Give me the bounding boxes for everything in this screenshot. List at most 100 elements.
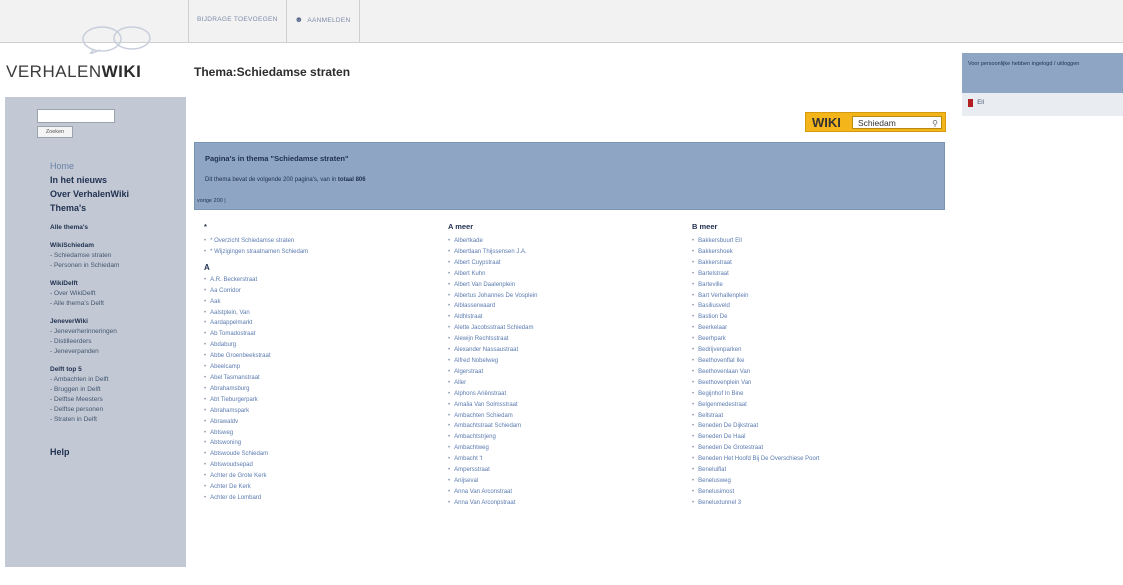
page-link[interactable]: Albert Kuhn xyxy=(448,269,678,280)
nav-home[interactable]: Home xyxy=(50,159,185,173)
page-link[interactable]: Bedrijvenparken xyxy=(692,345,922,356)
nav-over-verhalenwiki[interactable]: Over VerhalenWiki xyxy=(50,187,185,201)
page-link[interactable]: Achter De Kerk xyxy=(204,482,434,493)
page-link[interactable]: Anijseval xyxy=(448,476,678,487)
right-sub-label[interactable]: Ell xyxy=(977,100,984,106)
page-link[interactable]: Barteville xyxy=(692,280,922,291)
page-link[interactable]: Abt Tieburgerpark xyxy=(204,395,434,406)
page-link[interactable]: Ambacht 't xyxy=(448,454,678,465)
page-link[interactable]: Ambachtweg xyxy=(448,443,678,454)
page-link[interactable]: Bakkersbuurt Ell xyxy=(692,236,922,247)
page-link[interactable]: Aller xyxy=(448,378,678,389)
page-link[interactable]: Abtsweg xyxy=(204,428,434,439)
nav-sub-item[interactable]: - Delftse Meesters xyxy=(50,395,185,405)
nav-section-title[interactable]: JeneverWiki xyxy=(50,317,185,327)
page-link[interactable]: Beerhpark xyxy=(692,334,922,345)
page-link[interactable]: Achter de Grote Kerk xyxy=(204,471,434,482)
page-link[interactable]: Bakkerstraat xyxy=(692,258,922,269)
page-link[interactable]: Algerstraat xyxy=(448,367,678,378)
page-link[interactable]: Abrahamsburg xyxy=(204,384,434,395)
nav-section-title[interactable]: WikiSchiedam xyxy=(50,241,185,251)
page-link[interactable]: Alblasserwaard xyxy=(448,301,678,312)
page-link[interactable]: Anna Van Arconstraat xyxy=(448,487,678,498)
nav-in-het-nieuws[interactable]: In het nieuws xyxy=(50,173,185,187)
page-link[interactable]: Ampersstraat xyxy=(448,465,678,476)
nav-section-title[interactable]: WikiDelft xyxy=(50,279,185,289)
page-link[interactable]: Beethovenplein Van xyxy=(692,378,922,389)
page-link[interactable]: Beneden De Haal xyxy=(692,432,922,443)
page-link[interactable]: Alette Jacobsstraat Schiedam xyxy=(448,323,678,334)
page-link[interactable]: Beneden Het Hoofd Bij De Overschiese Poo… xyxy=(692,454,922,465)
page-link[interactable]: Abbe Groenbeekstraat xyxy=(204,351,434,362)
page-link[interactable]: Albertkade xyxy=(448,236,678,247)
page-link[interactable]: Albertus Johannes De Vosplein xyxy=(448,291,678,302)
page-link[interactable]: Aalstplein, Van xyxy=(204,308,434,319)
page-link[interactable]: Aak xyxy=(204,297,434,308)
page-link[interactable]: Ambachtstraat Schiedam xyxy=(448,421,678,432)
page-link[interactable]: A.R. Beckerstraat xyxy=(204,275,434,286)
page-link[interactable]: Achter de Lombard xyxy=(204,493,434,504)
page-link[interactable]: Abtswoning xyxy=(204,438,434,449)
page-link[interactable]: Bastion De xyxy=(692,312,922,323)
nav-sub-item[interactable]: - Jeneverpanden xyxy=(50,347,185,357)
nav-themas[interactable]: Thema's xyxy=(50,201,185,215)
page-link[interactable]: Bart Verhallenplein xyxy=(692,291,922,302)
page-link[interactable]: Alexander Nassaustraat xyxy=(448,345,678,356)
page-link[interactable]: Aardappelmarkt xyxy=(204,318,434,329)
page-link[interactable]: Beethovenlaan Van xyxy=(692,367,922,378)
page-link[interactable]: Albertlaan Thijssensen J.A. xyxy=(448,247,678,258)
page-link[interactable]: Anna Van Arconpstraat xyxy=(448,498,678,509)
nav-section-title[interactable]: Delft top 5 xyxy=(50,365,185,375)
nav-sub-item[interactable]: - Ambachten in Delft xyxy=(50,375,185,385)
page-link[interactable]: Bellstraat xyxy=(692,411,922,422)
prev-page-link[interactable]: vorige 200 | xyxy=(197,198,226,204)
page-link[interactable]: Bakkershoek xyxy=(692,247,922,258)
page-link[interactable]: Belgenmedestraat xyxy=(692,400,922,411)
page-link[interactable]: Benelusimost xyxy=(692,487,922,498)
page-link[interactable]: Alfred Nobelweg xyxy=(448,356,678,367)
nav-sub-item[interactable]: - Bruggen in Delft xyxy=(50,385,185,395)
wiki-schiedam-badge[interactable]: WIKI Schiedam ⚲ xyxy=(805,112,946,132)
page-link[interactable]: Ab Tomadostraat xyxy=(204,329,434,340)
tab-add-contribution[interactable]: BIJDRAGE TOEVOEGEN xyxy=(188,0,286,43)
page-link[interactable]: Bartelstraat xyxy=(692,269,922,280)
page-link[interactable]: Begijnhof In Bine xyxy=(692,389,922,400)
page-link[interactable]: Abeelcamp xyxy=(204,362,434,373)
page-link[interactable]: Amalia Van Solmsstraat xyxy=(448,400,678,411)
page-link[interactable]: Beneden De Dijkstraat xyxy=(692,421,922,432)
nav-sub-item[interactable]: - Over WikiDelft xyxy=(50,289,185,299)
page-link[interactable]: Alphons Ariënstraat xyxy=(448,389,678,400)
tab-login[interactable]: ☻ AANMELDEN xyxy=(285,0,360,43)
page-link[interactable]: Alewijn Rechtsstraat xyxy=(448,334,678,345)
page-link[interactable]: Benelusweg xyxy=(692,476,922,487)
page-link[interactable]: Beerkelaar xyxy=(692,323,922,334)
nav-help[interactable]: Help xyxy=(50,447,185,457)
page-link[interactable]: Ambachten Schiedam xyxy=(448,411,678,422)
page-link[interactable]: Abrawaldv xyxy=(204,417,434,428)
page-link[interactable]: Abtswoude Schiedam xyxy=(204,449,434,460)
nav-sub-item[interactable]: - Personen in Schiedam xyxy=(50,261,185,271)
page-link[interactable]: Ambachtstrjeng xyxy=(448,432,678,443)
page-link[interactable]: Albert Van Daalenplein xyxy=(448,280,678,291)
nav-sub-item[interactable]: - Delftse personen xyxy=(50,405,185,415)
nav-sub-item[interactable]: - Alle thema's Delft xyxy=(50,299,185,309)
search-button[interactable]: Zoeken xyxy=(37,126,73,138)
page-link[interactable]: * Overzicht Schiedamse straten xyxy=(204,236,434,247)
page-link[interactable]: Beneluiflat xyxy=(692,465,922,476)
page-link[interactable]: Beethovenflat Ike xyxy=(692,356,922,367)
page-link[interactable]: Abrahamspark xyxy=(204,406,434,417)
page-link[interactable]: Beneden De Grotestraat xyxy=(692,443,922,454)
page-link[interactable]: * Wijzigingen straatnamen Schiedam xyxy=(204,247,434,258)
page-link[interactable]: Basiliusveld xyxy=(692,301,922,312)
page-link[interactable]: Abdaburg xyxy=(204,340,434,351)
nav-sub-item[interactable]: - Jeneverherinneringen xyxy=(50,327,185,337)
nav-sub-item[interactable]: - Schiedamse straten xyxy=(50,251,185,261)
site-logo[interactable]: VERHALENWIKI xyxy=(6,24,176,81)
search-input[interactable] xyxy=(37,109,115,123)
page-link[interactable]: Aa Corridor xyxy=(204,286,434,297)
page-link[interactable]: Beneluxtunnel 3 xyxy=(692,498,922,509)
nav-sub-item[interactable]: - Straten in Delft xyxy=(50,415,185,425)
page-link[interactable]: Aldhlstraat xyxy=(448,312,678,323)
page-link[interactable]: Albert Cuypstraat xyxy=(448,258,678,269)
page-link[interactable]: Abtswoudsepad xyxy=(204,460,434,471)
